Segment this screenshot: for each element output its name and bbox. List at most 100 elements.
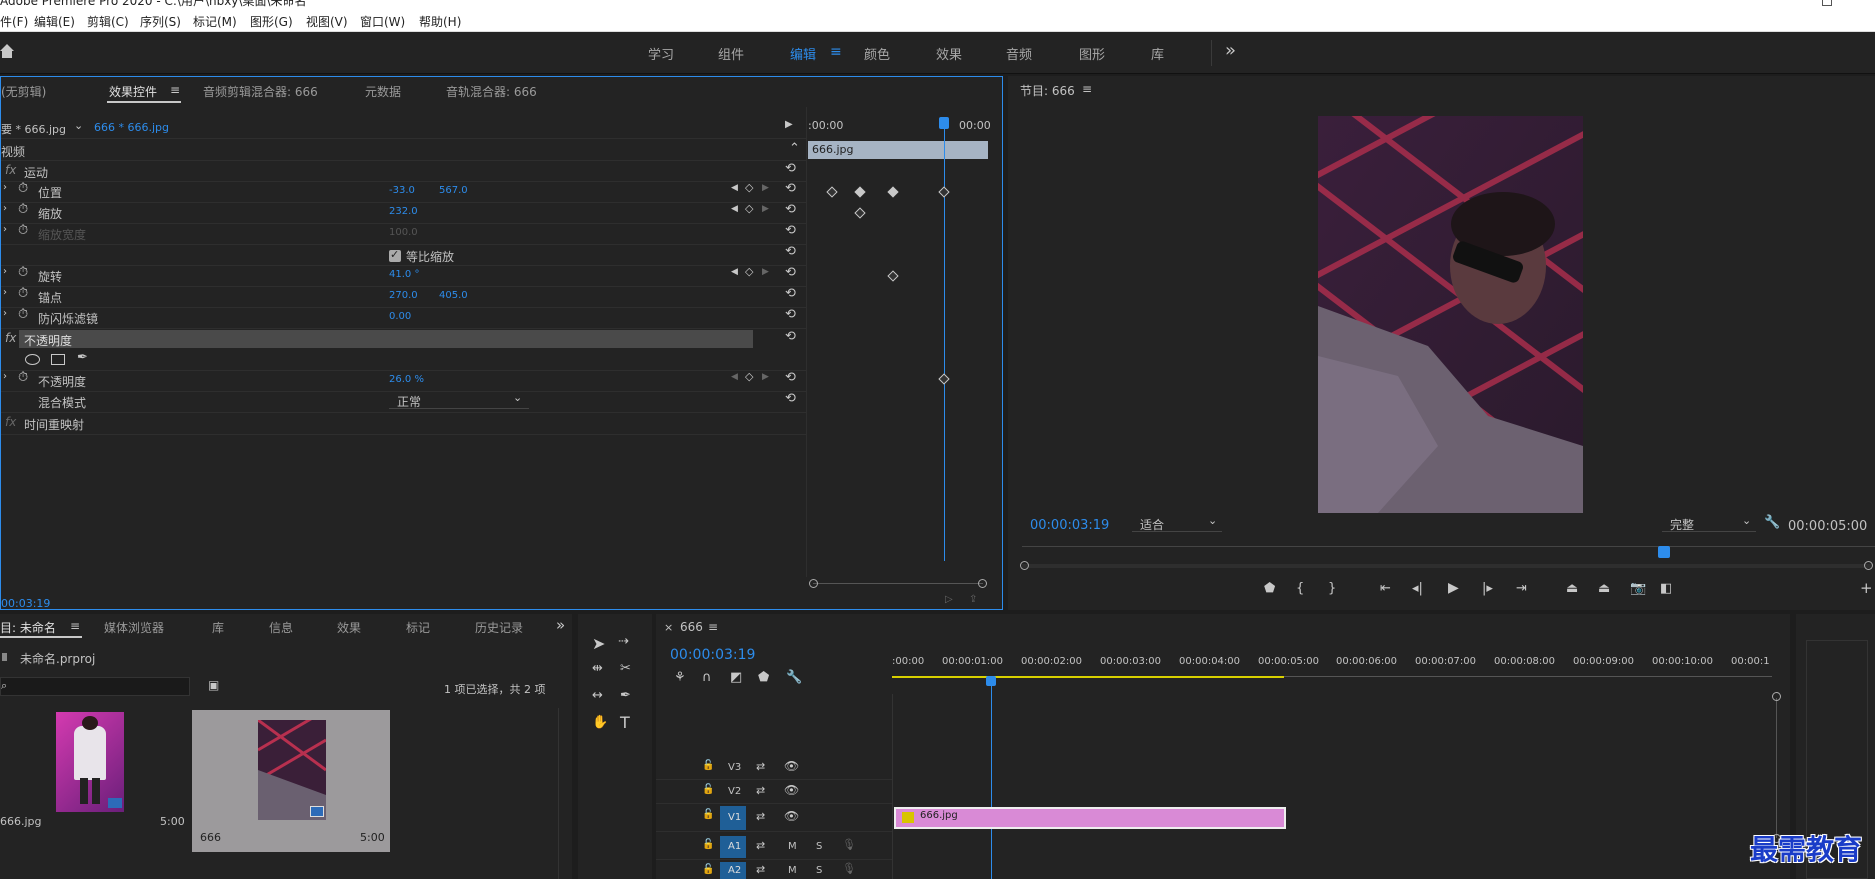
panel-menu-icon[interactable]: ≡ xyxy=(1082,82,1092,96)
sync-lock-icon[interactable]: ⇄ xyxy=(756,784,765,797)
selection-tool-icon[interactable]: ➤ xyxy=(592,634,605,653)
blend-mode-select[interactable]: 正常 ⌄ xyxy=(389,391,529,409)
tab-history[interactable]: 历史记录 xyxy=(475,619,523,636)
eye-icon[interactable]: 👁 xyxy=(784,809,799,823)
mark-in-icon[interactable]: { xyxy=(1296,581,1304,596)
program-scrollbar[interactable] xyxy=(1022,564,1872,568)
export-icon[interactable]: ⇪ xyxy=(969,594,977,605)
lock-icon[interactable]: 🔓 xyxy=(702,809,714,820)
track-label[interactable]: V2 xyxy=(728,786,741,797)
ws-editing[interactable]: 编辑 xyxy=(790,44,816,63)
stopwatch-icon[interactable]: ⏱ xyxy=(18,307,28,322)
pen-tool-icon[interactable]: ✒ xyxy=(620,688,631,703)
slip-tool-icon[interactable]: ↔ xyxy=(592,688,603,703)
camera-icon[interactable]: 📷 xyxy=(1630,581,1646,596)
timeline-vscroll[interactable] xyxy=(1776,698,1777,838)
add-button-icon[interactable]: + xyxy=(1860,579,1873,597)
tab-project[interactable]: 目: 未命名 xyxy=(0,619,56,636)
eye-icon[interactable]: 👁 xyxy=(784,759,799,773)
motion-label[interactable]: 运动 xyxy=(24,164,48,181)
sync-lock-icon[interactable]: ⇄ xyxy=(756,810,765,823)
ws-audio[interactable]: 音频 xyxy=(1006,44,1032,63)
keyframe[interactable] xyxy=(887,186,899,198)
ws-learning[interactable]: 学习 xyxy=(648,44,674,63)
menu-graphics[interactable]: 图形(G) xyxy=(250,13,293,30)
razor-tool-icon[interactable]: ✂ xyxy=(620,661,631,676)
sequence-clip-label[interactable]: 666 * 666.jpg xyxy=(94,121,169,134)
track-label[interactable]: V1 xyxy=(728,812,741,823)
reset-icon[interactable]: ⟲ xyxy=(785,223,796,238)
reset-icon[interactable]: ⟲ xyxy=(785,307,796,322)
ripple-edit-tool-icon[interactable]: ⇹ xyxy=(592,661,603,676)
scroll-end[interactable] xyxy=(1864,561,1873,570)
chevron-down-icon[interactable]: ⌄ xyxy=(74,119,83,132)
eye-icon[interactable]: 👁 xyxy=(784,783,799,797)
menu-window[interactable]: 窗口(W) xyxy=(360,13,405,30)
mute-button[interactable]: M xyxy=(788,865,797,876)
extract-icon[interactable]: ⏏ xyxy=(1598,581,1610,596)
position-x-value[interactable]: -33.0 xyxy=(389,185,415,196)
reset-icon[interactable]: ⟲ xyxy=(785,244,796,259)
project-scrollbar[interactable] xyxy=(558,708,559,879)
type-tool-icon[interactable]: T xyxy=(620,713,630,732)
master-clip-label[interactable]: 要 * 666.jpg xyxy=(1,121,66,137)
go-to-out-icon[interactable]: ⇥ xyxy=(1516,581,1527,596)
track-label[interactable]: V3 xyxy=(728,762,741,773)
sync-lock-icon[interactable]: ⇄ xyxy=(756,863,765,876)
tab-effect-controls[interactable]: 效果控件 xyxy=(109,83,157,100)
menu-view[interactable]: 视图(V) xyxy=(306,13,348,30)
mic-icon[interactable]: 🎙 xyxy=(842,838,856,851)
reset-icon[interactable]: ⟲ xyxy=(785,329,796,344)
opacity-header-label[interactable]: 不透明度 xyxy=(24,332,72,349)
reset-icon[interactable]: ⟲ xyxy=(785,181,796,196)
kf-scroll-end[interactable] xyxy=(978,579,987,588)
tab-media-browser[interactable]: 媒体浏览器 xyxy=(104,619,164,636)
reset-icon[interactable]: ⟲ xyxy=(785,265,796,280)
mic-icon[interactable]: 🎙 xyxy=(842,862,856,875)
menu-marker[interactable]: 标记(M) xyxy=(193,13,237,30)
tab-effects[interactable]: 效果 xyxy=(337,619,361,636)
anti-flicker-value[interactable]: 0.00 xyxy=(389,311,411,322)
tab-menu-icon[interactable]: ≡ xyxy=(70,619,80,633)
expand-icon[interactable]: › xyxy=(3,203,7,214)
wrench-icon[interactable]: 🔧 xyxy=(1764,515,1780,530)
keyframe[interactable] xyxy=(938,186,950,198)
expand-icon[interactable]: › xyxy=(3,224,7,235)
keyframe[interactable] xyxy=(938,373,950,385)
expand-icon[interactable]: › xyxy=(3,308,7,319)
play-icon[interactable]: ▶ xyxy=(1448,580,1459,596)
prev-keyframe-icon[interactable]: ◀ xyxy=(731,372,738,382)
keyframe[interactable] xyxy=(887,270,899,282)
linked-selection-icon[interactable]: ◩ xyxy=(730,670,742,685)
nest-icon[interactable]: ⚘ xyxy=(674,670,686,685)
keyframe[interactable] xyxy=(854,207,866,219)
uniform-scale-checkbox[interactable]: ✓ xyxy=(389,248,401,262)
more-tabs-icon[interactable]: » xyxy=(556,616,565,634)
vscroll-top[interactable] xyxy=(1772,692,1781,701)
new-bin-icon[interactable]: ▣ xyxy=(208,678,219,692)
rotation-value[interactable]: 41.0 ° xyxy=(389,269,419,280)
collapse-icon[interactable]: ⌃ xyxy=(789,141,800,156)
tab-metadata[interactable]: 元数据 xyxy=(365,83,401,100)
timeline-tab[interactable]: 666 xyxy=(680,620,703,634)
step-forward-icon[interactable]: |▸ xyxy=(1482,581,1493,596)
tab-info[interactable]: 信息 xyxy=(269,619,293,636)
keyframe[interactable] xyxy=(854,186,866,198)
lift-icon[interactable]: ⏏ xyxy=(1566,581,1578,596)
close-tab-icon[interactable]: × xyxy=(664,621,673,634)
stopwatch-icon[interactable]: ⏱ xyxy=(18,202,28,217)
opacity-value[interactable]: 26.0 % xyxy=(389,374,424,385)
next-keyframe-icon[interactable]: ▶ xyxy=(762,372,769,382)
hand-tool-icon[interactable]: ✋ xyxy=(592,715,608,730)
scale-value[interactable]: 232.0 xyxy=(389,206,418,217)
restore-icon[interactable] xyxy=(1822,0,1832,6)
kf-scroll-start[interactable] xyxy=(809,579,818,588)
add-keyframe-icon[interactable]: ◇ xyxy=(745,370,753,383)
stopwatch-icon[interactable]: ⏱ xyxy=(18,370,28,385)
expand-icon[interactable]: › xyxy=(3,287,7,298)
track-label[interactable]: A2 xyxy=(728,865,741,876)
next-keyframe-icon[interactable]: ▶ xyxy=(762,204,769,214)
play-audio-icon[interactable]: ▷ xyxy=(945,594,953,605)
keyframe[interactable] xyxy=(826,186,838,198)
ws-effects[interactable]: 效果 xyxy=(936,44,962,63)
